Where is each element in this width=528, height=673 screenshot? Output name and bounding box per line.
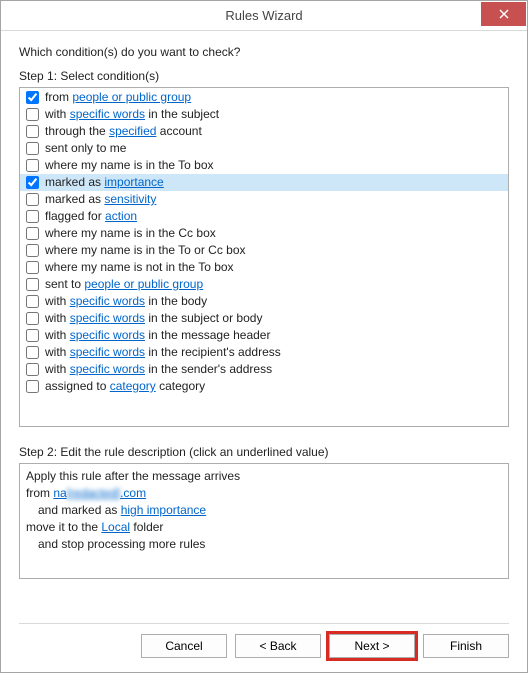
condition-label: from people or public group — [45, 89, 191, 106]
desc-line-apply: Apply this rule after the message arrive… — [26, 468, 502, 485]
condition-label: flagged for action — [45, 208, 137, 225]
condition-row[interactable]: assigned to category category — [20, 378, 508, 395]
back-button[interactable]: < Back — [235, 634, 321, 658]
condition-label: sent to people or public group — [45, 276, 203, 293]
finish-button[interactable]: Finish — [423, 634, 509, 658]
condition-link[interactable]: specific words — [70, 294, 145, 308]
condition-label: where my name is not in the To box — [45, 259, 234, 276]
condition-checkbox[interactable] — [26, 193, 39, 206]
condition-link[interactable]: category — [110, 379, 156, 393]
condition-label: with specific words in the sender's addr… — [45, 361, 272, 378]
condition-checkbox[interactable] — [26, 125, 39, 138]
desc-link-folder[interactable]: Local — [101, 520, 130, 534]
condition-label: sent only to me — [45, 140, 126, 157]
condition-checkbox[interactable] — [26, 159, 39, 172]
step2-label: Step 2: Edit the rule description (click… — [19, 445, 509, 459]
condition-row[interactable]: with specific words in the subject or bo… — [20, 310, 508, 327]
condition-checkbox[interactable] — [26, 295, 39, 308]
condition-link[interactable]: specific words — [70, 362, 145, 376]
next-button[interactable]: Next > — [329, 634, 415, 658]
condition-link[interactable]: importance — [104, 175, 163, 189]
condition-row[interactable]: flagged for action — [20, 208, 508, 225]
title-bar: Rules Wizard — [1, 1, 527, 31]
condition-checkbox[interactable] — [26, 227, 39, 240]
rule-description-box: Apply this rule after the message arrive… — [19, 463, 509, 579]
cancel-button[interactable]: Cancel — [141, 634, 227, 658]
condition-checkbox[interactable] — [26, 261, 39, 274]
condition-link[interactable]: people or public group — [72, 90, 191, 104]
desc-link-importance[interactable]: high importance — [121, 503, 206, 517]
condition-checkbox[interactable] — [26, 91, 39, 104]
condition-row[interactable]: where my name is in the To or Cc box — [20, 242, 508, 259]
condition-checkbox[interactable] — [26, 312, 39, 325]
condition-row[interactable]: marked as sensitivity — [20, 191, 508, 208]
desc-line-from: from na[redacted].com — [26, 485, 502, 502]
condition-row[interactable]: where my name is not in the To box — [20, 259, 508, 276]
condition-row[interactable]: marked as importance — [20, 174, 508, 191]
condition-link[interactable]: specified — [109, 124, 156, 138]
close-button[interactable] — [481, 2, 526, 26]
condition-checkbox[interactable] — [26, 176, 39, 189]
close-icon — [499, 9, 509, 19]
condition-checkbox[interactable] — [26, 380, 39, 393]
condition-label: with specific words in the subject or bo… — [45, 310, 262, 327]
desc-line-move: move it to the Local folder — [26, 519, 502, 536]
condition-row[interactable]: sent to people or public group — [20, 276, 508, 293]
wizard-prompt: Which condition(s) do you want to check? — [19, 45, 509, 59]
condition-label: assigned to category category — [45, 378, 205, 395]
conditions-listbox[interactable]: from people or public groupwith specific… — [19, 87, 509, 427]
condition-checkbox[interactable] — [26, 244, 39, 257]
condition-label: through the specified account — [45, 123, 202, 140]
condition-row[interactable]: with specific words in the body — [20, 293, 508, 310]
desc-line-importance: and marked as high importance — [26, 502, 502, 519]
condition-label: where my name is in the To or Cc box — [45, 242, 246, 259]
button-row: Cancel < Back Next > Finish — [19, 634, 509, 662]
condition-row[interactable]: with specific words in the sender's addr… — [20, 361, 508, 378]
step1-label: Step 1: Select condition(s) — [19, 69, 509, 83]
condition-link[interactable]: action — [105, 209, 137, 223]
condition-label: where my name is in the To box — [45, 157, 214, 174]
condition-label: marked as sensitivity — [45, 191, 156, 208]
window-title: Rules Wizard — [1, 8, 527, 23]
condition-row[interactable]: sent only to me — [20, 140, 508, 157]
condition-label: marked as importance — [45, 174, 164, 191]
condition-link[interactable]: specific words — [70, 328, 145, 342]
condition-link[interactable]: specific words — [70, 345, 145, 359]
condition-row[interactable]: with specific words in the message heade… — [20, 327, 508, 344]
desc-line-stop: and stop processing more rules — [26, 536, 502, 553]
condition-row[interactable]: through the specified account — [20, 123, 508, 140]
rules-wizard-window: Rules Wizard Which condition(s) do you w… — [0, 0, 528, 673]
dialog-body: Which condition(s) do you want to check?… — [1, 31, 527, 672]
condition-checkbox[interactable] — [26, 210, 39, 223]
condition-checkbox[interactable] — [26, 278, 39, 291]
condition-row[interactable]: with specific words in the recipient's a… — [20, 344, 508, 361]
condition-row[interactable]: with specific words in the subject — [20, 106, 508, 123]
button-separator — [19, 623, 509, 624]
condition-checkbox[interactable] — [26, 329, 39, 342]
condition-label: with specific words in the subject — [45, 106, 219, 123]
condition-checkbox[interactable] — [26, 363, 39, 376]
desc-link-sender[interactable]: na[redacted].com — [53, 486, 146, 500]
condition-label: where my name is in the Cc box — [45, 225, 216, 242]
condition-row[interactable]: from people or public group — [20, 89, 508, 106]
condition-checkbox[interactable] — [26, 142, 39, 155]
condition-label: with specific words in the recipient's a… — [45, 344, 281, 361]
condition-link[interactable]: people or public group — [84, 277, 203, 291]
condition-label: with specific words in the body — [45, 293, 207, 310]
condition-link[interactable]: sensitivity — [104, 192, 156, 206]
condition-link[interactable]: specific words — [70, 311, 145, 325]
condition-link[interactable]: specific words — [70, 107, 145, 121]
condition-row[interactable]: where my name is in the Cc box — [20, 225, 508, 242]
condition-label: with specific words in the message heade… — [45, 327, 270, 344]
condition-checkbox[interactable] — [26, 346, 39, 359]
condition-checkbox[interactable] — [26, 108, 39, 121]
condition-row[interactable]: where my name is in the To box — [20, 157, 508, 174]
